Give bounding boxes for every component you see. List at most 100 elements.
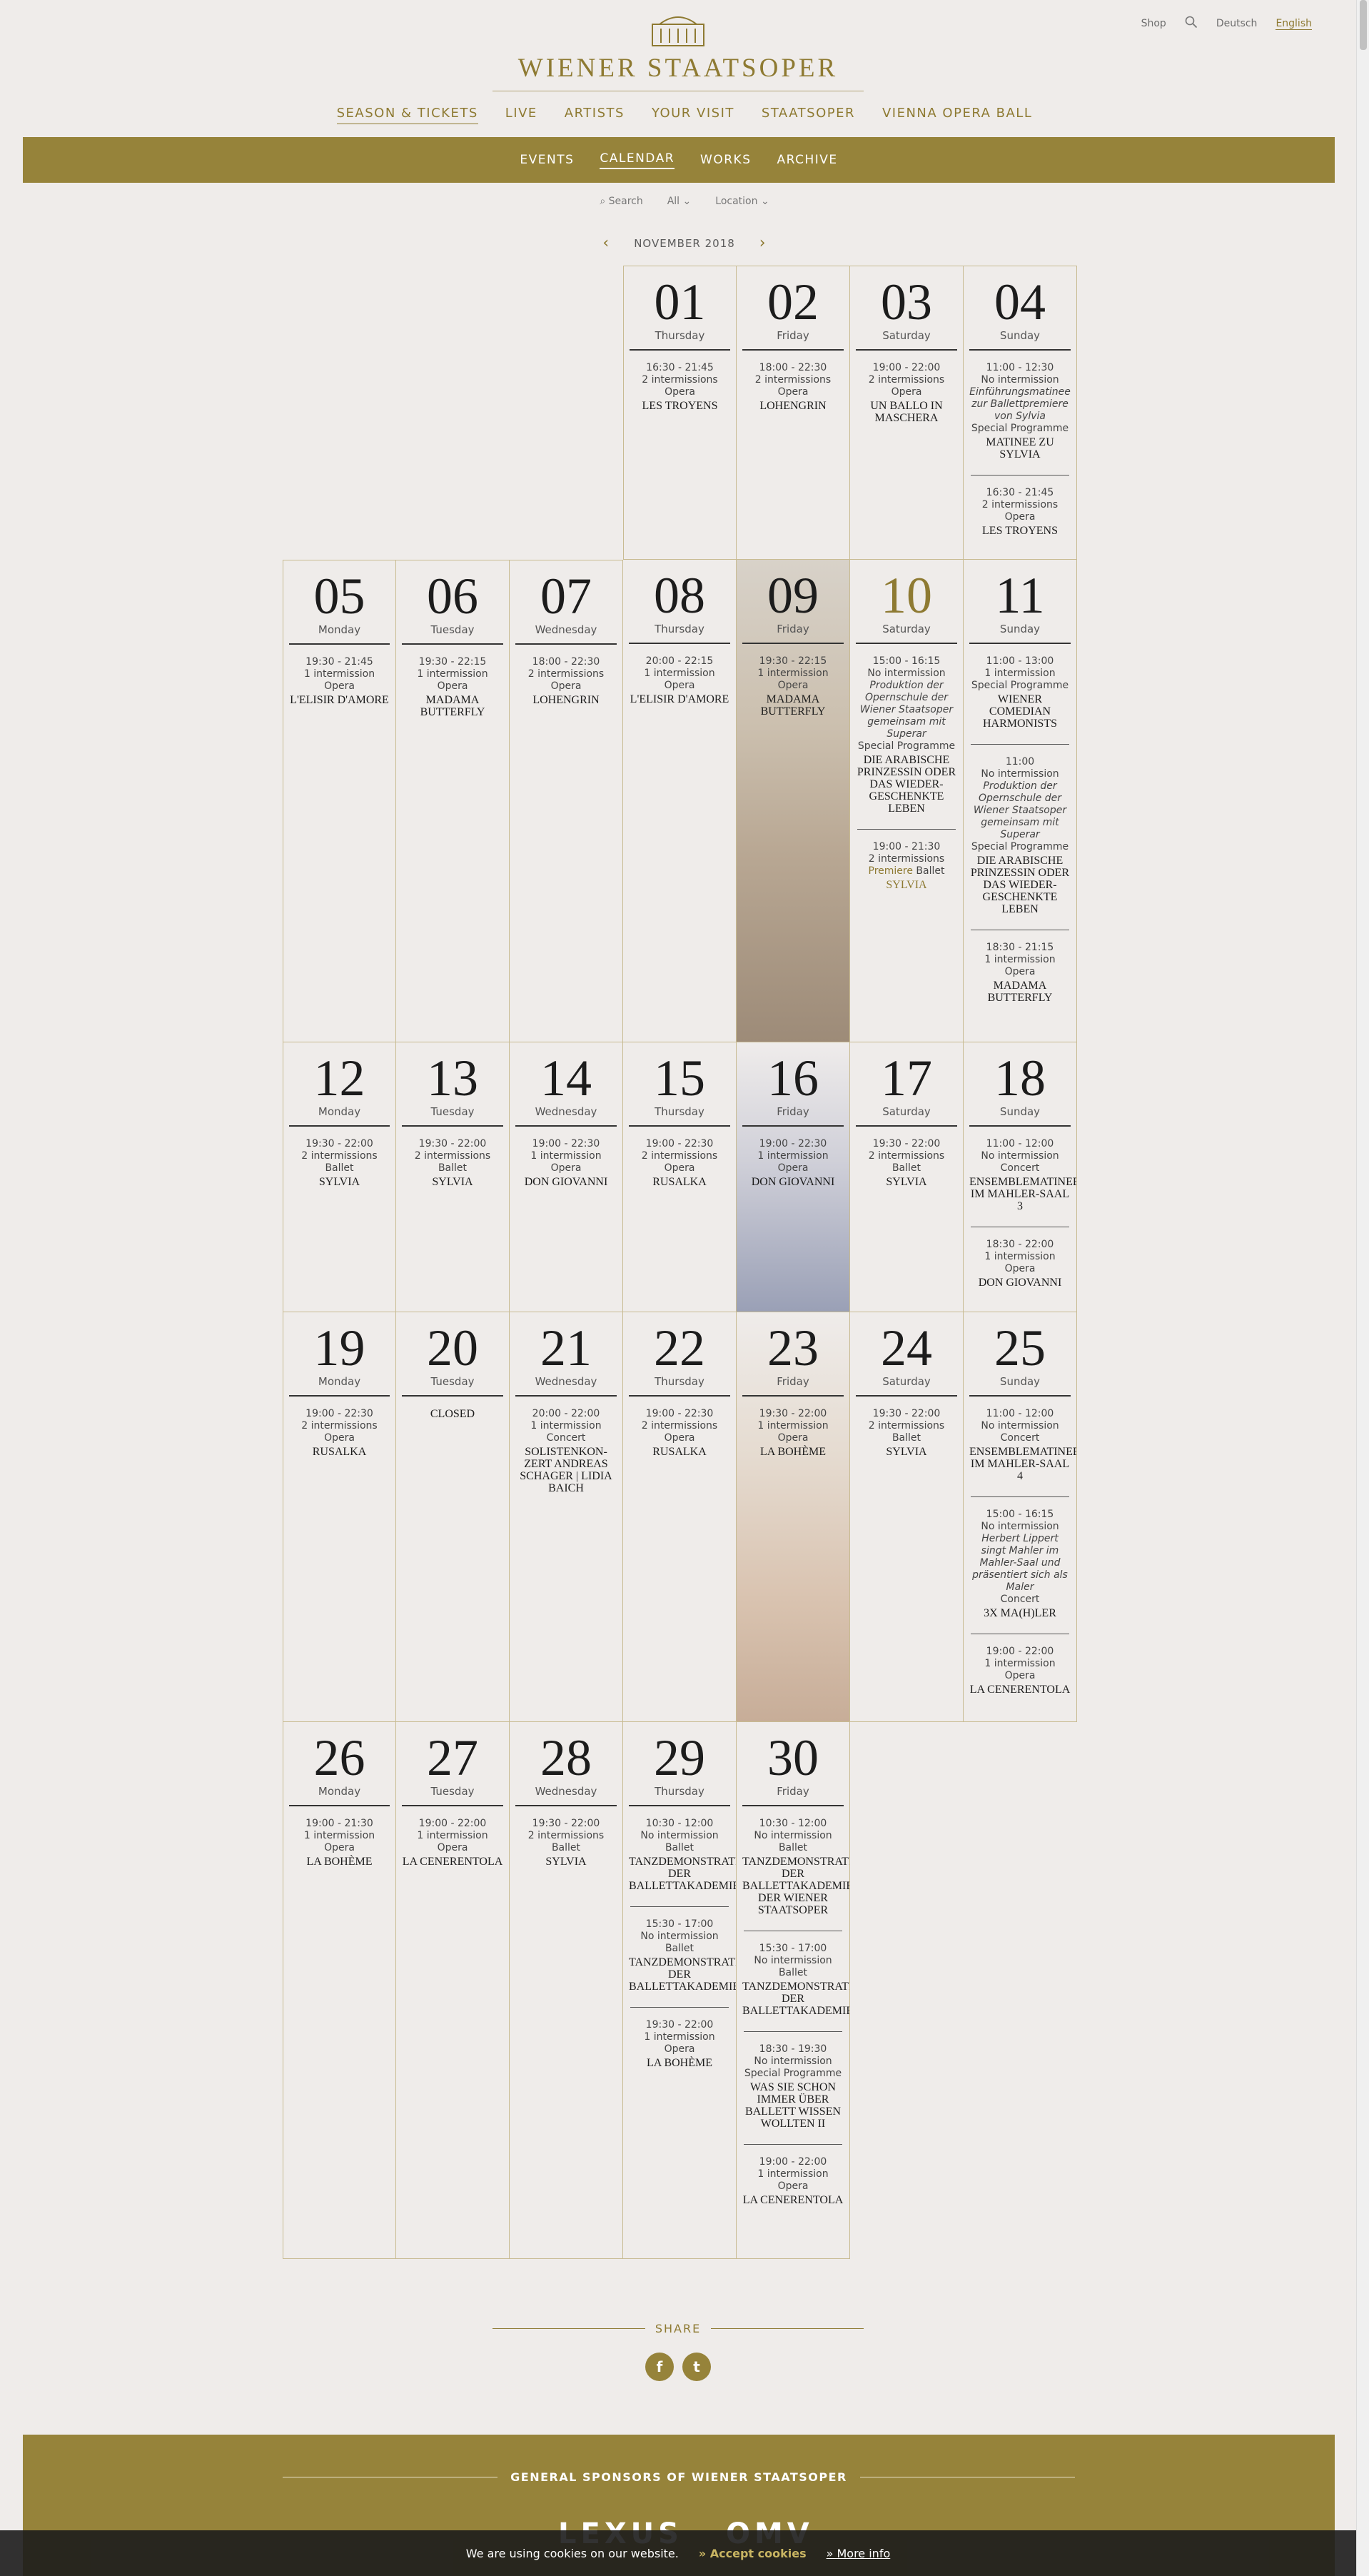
nav-staatsoper[interactable]: STAATSOPER [762, 106, 855, 124]
event-title[interactable]: DIE ARABISCHE PRINZESSIN ODER DAS WIEDER… [856, 754, 957, 815]
next-month-arrow-icon[interactable]: › [759, 236, 767, 251]
scrollbar-thumb[interactable] [1360, 0, 1367, 50]
calendar-event[interactable]: 20:00 - 22:00 1 intermission Concert SOLIST… [515, 1408, 617, 1501]
calendar-event[interactable]: 19:30 - 22:00 2 intermissions Ballet SYLVIA [856, 1408, 957, 1465]
calendar-event[interactable]: 19:00 - 22:30 2 intermissions Opera RUSALKA [289, 1408, 390, 1465]
event-title[interactable]: TANZDEMONSTRATIONEN DER BALLETTAKADEMIE [742, 1981, 849, 2017]
event-title[interactable]: LES TROYENS [969, 525, 1071, 537]
calendar-event[interactable]: 19:00 - 21:30 2 intermissions Premiere Bal… [856, 841, 957, 898]
calendar-event[interactable]: 18:30 - 19:30 No intermission Special Prog… [742, 2043, 844, 2137]
calendar-event[interactable]: 19:30 - 22:15 1 intermission Opera MADAMA B… [402, 656, 503, 725]
event-title[interactable]: UN BALLO IN MASCHERA [856, 400, 957, 424]
nav-live[interactable]: LIVE [505, 106, 537, 124]
calendar-event[interactable]: 19:00 - 22:00 1 intermission Opera LA CENER… [402, 1818, 503, 1875]
event-title[interactable]: LA BOHÈME [742, 1446, 844, 1458]
calendar-event[interactable]: 19:00 - 22:30 2 intermissions Opera RUSALKA [629, 1408, 730, 1465]
subnav-events[interactable]: EVENTS [520, 153, 574, 167]
calendar-event[interactable]: 19:00 - 22:30 1 intermission Opera DON GIOV… [515, 1138, 617, 1195]
event-title[interactable]: TANZDEMONSTRATIONEN DER BALLETTAKADEMIE [629, 1956, 736, 1993]
prev-month-arrow-icon[interactable]: ‹ [602, 236, 610, 251]
accept-cookies-button[interactable]: » Accept cookies [699, 2547, 807, 2560]
event-title[interactable]: SYLVIA [856, 1446, 957, 1458]
calendar-event[interactable]: 19:30 - 22:00 2 intermissions Ballet SYLVIA [856, 1138, 957, 1195]
calendar-event[interactable]: 19:00 - 22:30 1 intermission Opera DON GIOV… [742, 1138, 844, 1195]
calendar-event[interactable]: 11:00 - 12:30 No intermission Einführungsm… [969, 362, 1071, 468]
calendar-event[interactable]: 18:30 - 22:00 1 intermission Opera DON GIOV… [969, 1239, 1071, 1296]
event-title[interactable]: TANZDEMONSTRATIONEN DER BALLETTAKADEMIE … [742, 1856, 849, 1916]
calendar-event[interactable]: 19:00 - 22:00 1 intermission Opera LA CENER… [969, 1646, 1071, 1703]
facebook-icon[interactable]: f [645, 2353, 674, 2381]
nav-artists[interactable]: ARTISTS [565, 106, 625, 124]
event-title[interactable]: LES TROYENS [630, 400, 730, 412]
lang-deutsch-link[interactable]: Deutsch [1216, 18, 1258, 29]
shop-link[interactable]: Shop [1141, 18, 1166, 29]
nav-your-visit[interactable]: YOUR VISIT [652, 106, 734, 124]
calendar-event[interactable]: 10:30 - 12:00 No intermission Ballet TANZDE… [629, 1818, 736, 1899]
calendar-event[interactable]: 15:30 - 17:00 No intermission Ballet TANZDE… [629, 1918, 736, 2000]
event-title[interactable]: MADAMA BUTTERFLY [402, 694, 503, 718]
event-title[interactable]: LOHENGRIN [515, 694, 617, 706]
event-title[interactable]: ENSEMBLEMATINEE IM MAHLER-SAAL 3 [969, 1176, 1076, 1212]
calendar-event[interactable]: 15:30 - 17:00 No intermission Ballet TANZDE… [742, 1943, 849, 2024]
event-title[interactable]: MADAMA BUTTERFLY [969, 980, 1071, 1004]
event-title[interactable]: ENSEMBLEMATINEE IM MAHLER-SAAL 4 [969, 1446, 1076, 1482]
calendar-event[interactable]: 19:30 - 22:00 1 intermission Opera LA BOHÈM… [742, 1408, 844, 1465]
calendar-event[interactable]: 18:00 - 22:30 2 intermissions Opera LOHENGR… [742, 362, 844, 419]
calendar-event[interactable]: 16:30 - 21:45 2 intermissions Opera LES TRO… [969, 487, 1071, 544]
event-title[interactable]: MADAMA BUTTERFLY [742, 693, 844, 718]
calendar-event[interactable]: 19:30 - 22:15 1 intermission Opera MADAMA B… [742, 655, 844, 725]
type-dropdown[interactable]: All ⌄ [667, 196, 692, 207]
event-title[interactable]: DON GIOVANNI [515, 1176, 617, 1188]
event-title[interactable]: LA CENERENTOLA [969, 1684, 1071, 1696]
calendar-event[interactable]: 19:00 - 22:00 2 intermissions Opera UN BALL… [856, 362, 957, 431]
calendar-event[interactable]: 11:00 - 13:00 1 intermission Special Progr… [969, 655, 1071, 737]
event-title[interactable]: TANZDEMONSTRATIONEN DER BALLETTAKADEMIE [629, 1856, 736, 1892]
event-title[interactable]: WAS SIE SCHON IMMER ÜBER BALLETT WISSEN … [742, 2081, 844, 2130]
event-title[interactable]: SYLVIA [402, 1176, 503, 1188]
nav-opera-ball[interactable]: VIENNA OPERA BALL [882, 106, 1032, 124]
event-title[interactable]: SYLVIA [856, 879, 957, 891]
calendar-event[interactable]: 19:00 - 21:30 1 intermission Opera LA BOHÈM… [289, 1818, 390, 1875]
event-title[interactable]: SYLVIA [515, 1856, 617, 1868]
calendar-event[interactable]: 19:30 - 22:00 2 intermissions Ballet SYLVIA [515, 1818, 617, 1875]
calendar-event[interactable]: 19:00 - 22:00 1 intermission Opera LA CENER… [742, 2156, 844, 2213]
search-filter[interactable]: ⌕ Search [600, 196, 642, 207]
calendar-event[interactable]: 19:30 - 22:00 2 intermissions Ballet SYLVIA [289, 1138, 390, 1195]
event-title[interactable]: 3X MA(H)LER [969, 1607, 1071, 1619]
event-title[interactable]: WIENER COMEDIAN HARMONISTS [969, 693, 1071, 730]
event-title[interactable]: LA CENERENTOLA [402, 1856, 503, 1868]
search-icon[interactable] [1185, 16, 1198, 31]
calendar-event[interactable]: 18:30 - 21:15 1 intermission Opera MADAMA B… [969, 942, 1071, 1011]
calendar-event[interactable]: 10:30 - 12:00 No intermission Ballet TANZDE… [742, 1818, 849, 1923]
location-dropdown[interactable]: Location ⌄ [715, 196, 769, 207]
event-title[interactable]: L'ELISIR D'AMORE [289, 694, 390, 706]
page-scrollbar[interactable] [1356, 0, 1369, 2576]
event-title[interactable]: DON GIOVANNI [969, 1277, 1071, 1289]
calendar-event[interactable]: 15:00 - 16:15 No intermission Produktion d… [856, 655, 957, 822]
event-title[interactable]: LA BOHÈME [629, 2057, 730, 2069]
calendar-event[interactable]: 20:00 - 22:15 1 intermission Opera L'ELISIR… [629, 655, 730, 713]
subnav-calendar[interactable]: CALENDAR [600, 151, 675, 169]
event-title[interactable]: RUSALKA [289, 1446, 390, 1458]
event-title[interactable]: RUSALKA [629, 1446, 730, 1458]
calendar-event[interactable]: 11:00 No intermission Produktion der Opern… [969, 756, 1071, 922]
calendar-event[interactable]: 19:30 - 22:00 1 intermission Opera LA BOHÈM… [629, 2019, 730, 2076]
event-title[interactable]: L'ELISIR D'AMORE [629, 693, 730, 705]
calendar-event[interactable]: 19:30 - 22:00 2 intermissions Ballet SYLVIA [402, 1138, 503, 1195]
calendar-event[interactable]: 15:00 - 16:15 No intermission Herbert Lipp… [969, 1509, 1071, 1626]
event-title[interactable]: SOLISTENKON-ZERT ANDREAS SCHAGER | LIDIA… [515, 1446, 617, 1494]
calendar-event[interactable]: 11:00 - 12:00 No intermission Concert ENSEM… [969, 1138, 1076, 1219]
calendar-event[interactable]: 19:00 - 22:30 2 intermissions Opera RUSALKA [629, 1138, 730, 1195]
event-title[interactable]: LA CENERENTOLA [742, 2194, 844, 2206]
calendar-event[interactable]: 11:00 - 12:00 No intermission Concert ENSEM… [969, 1408, 1076, 1489]
event-title[interactable]: CLOSED [402, 1408, 503, 1420]
event-title[interactable]: LOHENGRIN [742, 400, 844, 412]
event-title[interactable]: SYLVIA [289, 1176, 390, 1188]
event-title[interactable]: MATINEE ZU SYLVIA [969, 436, 1071, 461]
calendar-event[interactable]: 19:30 - 21:45 1 intermission Opera L'ELISIR… [289, 656, 390, 713]
twitter-icon[interactable]: t [682, 2353, 711, 2381]
cookie-more-info-link[interactable]: » More info [827, 2547, 891, 2560]
calendar-event[interactable]: 16:30 - 21:45 2 intermissions Opera LES TRO… [630, 362, 730, 419]
event-title[interactable]: LA BOHÈME [289, 1856, 390, 1868]
lang-english-link[interactable]: English [1275, 18, 1312, 30]
